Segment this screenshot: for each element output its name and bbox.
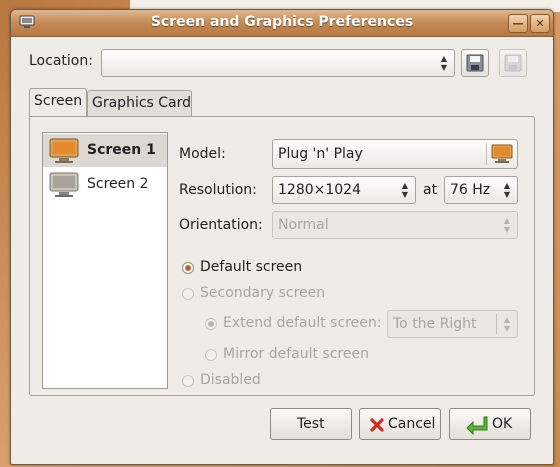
tab-screen-label: Screen — [34, 93, 83, 109]
screen-2-label: Screen 2 — [87, 176, 149, 192]
titlebar[interactable]: Screen and Graphics Preferences — ✕ — [11, 10, 553, 37]
window-title: Screen and Graphics Preferences — [150, 14, 414, 30]
screen-1-label: Screen 1 — [87, 142, 156, 158]
refresh-rate-value: 76 Hz — [450, 182, 491, 198]
secondary-screen-label: Secondary screen — [200, 285, 326, 301]
screen-tab-panel: Screen 1 Screen 2 Model: Plug 'n' Play R… — [29, 116, 535, 396]
screen-list-item-2[interactable]: Screen 2 — [43, 168, 167, 201]
floppy-delete-icon — [504, 54, 522, 72]
test-button[interactable]: Test — [270, 408, 352, 440]
orientation-value: Normal — [278, 217, 329, 233]
ok-arrow-icon — [466, 416, 488, 435]
cancel-button-label: Cancel — [388, 416, 436, 432]
combo-separator — [496, 314, 497, 334]
updown-arrows-icon: ▲ ▼ — [503, 315, 511, 333]
resolution-value: 1280×1024 — [278, 182, 361, 198]
updown-arrows-icon: ▲ ▼ — [503, 181, 511, 199]
model-value: Plug 'n' Play — [278, 146, 363, 162]
mirror-default-label: Mirror default screen — [223, 346, 369, 362]
model-label: Model: — [179, 146, 226, 162]
default-screen-radio[interactable] — [182, 262, 194, 274]
location-label: Location: — [29, 53, 93, 69]
cancel-button[interactable]: Cancel — [359, 408, 441, 440]
monitor-icon — [491, 144, 513, 163]
minimize-button[interactable]: — — [508, 14, 528, 33]
resolution-combo[interactable]: 1280×1024 ▲ ▼ — [272, 176, 416, 204]
ok-button-label: OK — [492, 416, 513, 432]
close-button[interactable]: ✕ — [530, 14, 550, 33]
mirror-default-radio[interactable] — [205, 349, 217, 361]
monitor-icon — [49, 172, 79, 197]
location-combo[interactable]: ▲ ▼ — [101, 49, 455, 77]
screen-list: Screen 1 Screen 2 — [42, 132, 168, 389]
secondary-screen-radio[interactable] — [182, 288, 194, 300]
updown-arrows-icon: ▲ ▼ — [440, 54, 448, 72]
extend-default-label: Extend default screen: — [223, 315, 382, 331]
default-screen-label: Default screen — [200, 259, 303, 275]
close-icon: ✕ — [535, 17, 545, 30]
extend-direction-value: To the Right — [393, 316, 477, 332]
resolution-label: Resolution: — [179, 182, 257, 198]
model-selector[interactable]: Plug 'n' Play — [272, 139, 518, 169]
tab-graphics-card[interactable]: Graphics Card — [87, 90, 192, 116]
preferences-window: Screen and Graphics Preferences — ✕ Loca… — [10, 9, 554, 465]
screen-list-item-1[interactable]: Screen 1 — [43, 134, 167, 167]
ok-button[interactable]: OK — [449, 408, 531, 440]
refresh-rate-combo[interactable]: 76 Hz ▲ ▼ — [444, 176, 518, 204]
disabled-label: Disabled — [200, 372, 261, 388]
save-location-button[interactable] — [461, 49, 489, 77]
tab-graphics-card-label: Graphics Card — [92, 95, 192, 111]
combo-separator — [486, 143, 487, 165]
extend-default-radio[interactable] — [205, 318, 217, 330]
updown-arrows-icon: ▲ ▼ — [401, 181, 409, 199]
floppy-save-icon — [466, 54, 484, 72]
orientation-label: Orientation: — [179, 217, 263, 233]
at-label: at — [423, 182, 438, 198]
minimize-icon: — — [512, 17, 524, 30]
orientation-combo[interactable]: Normal ▲ ▼ — [272, 211, 518, 239]
updown-arrows-icon: ▲ ▼ — [503, 216, 511, 234]
test-button-label: Test — [297, 416, 325, 432]
tab-screen[interactable]: Screen — [29, 88, 87, 116]
monitor-icon — [49, 138, 79, 163]
cancel-x-icon — [370, 418, 384, 432]
delete-location-button[interactable] — [499, 49, 527, 77]
disabled-radio[interactable] — [182, 375, 194, 387]
extend-direction-combo[interactable]: To the Right ▲ ▼ — [387, 310, 518, 338]
